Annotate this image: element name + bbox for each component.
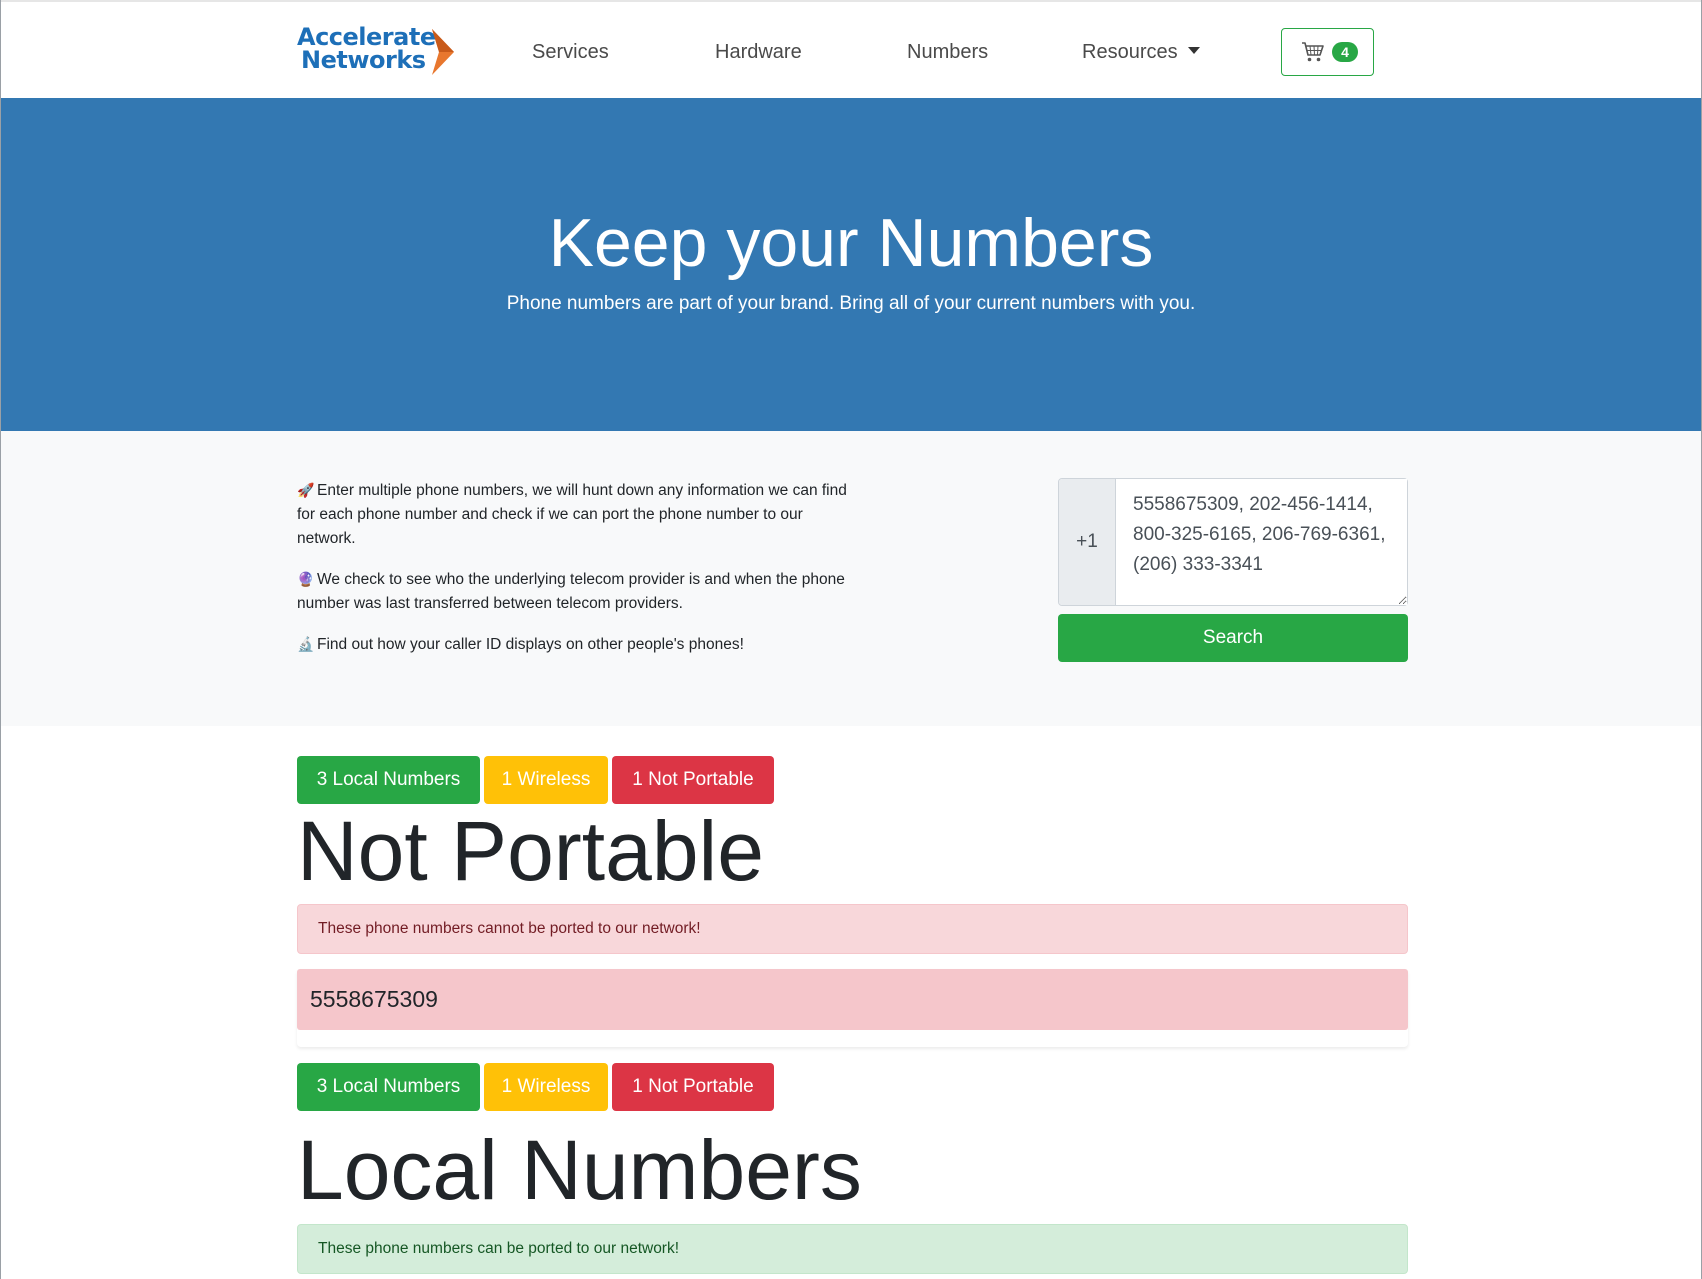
brand-wordmark: Accelerate Networks [297, 25, 436, 74]
info-multiple-numbers: 🚀 Enter multiple phone numbers, we will h… [297, 478, 852, 551]
brand-line-2: Networks [301, 46, 426, 74]
nav-hardware[interactable]: Hardware [715, 40, 802, 64]
nav-services[interactable]: Services [532, 40, 609, 64]
info-text: Enter multiple phone numbers, we will hu… [297, 482, 847, 547]
local-numbers-heading: Local Numbers [297, 1123, 862, 1217]
filter-not-portable[interactable]: 1 Not Portable [612, 1063, 774, 1111]
brand-logo[interactable]: Accelerate Networks [297, 25, 457, 78]
info-caller-id: 🔬 Find out how your caller ID displays on… [297, 632, 852, 657]
country-code-prefix: +1 [1059, 479, 1116, 605]
info-text: Find out how your caller ID displays on … [317, 636, 744, 653]
crystal-ball-icon: 🔮 [297, 571, 315, 587]
hero-banner: Keep your Numbers Phone numbers are part… [1, 98, 1701, 431]
not-portable-number-card: 5558675309 [297, 969, 1408, 1047]
hero-subtitle: Phone numbers are part of your brand. Br… [506, 293, 1196, 314]
phone-input-group: +1 5558675309, 202-456-1414, 800-325-616… [1058, 478, 1408, 606]
filter-wireless[interactable]: 1 Wireless [484, 1063, 608, 1111]
hero-title: Keep your Numbers [548, 205, 1154, 281]
caret-down-icon [1187, 47, 1200, 54]
not-portable-heading: Not Portable [297, 804, 764, 898]
nav-resources-dropdown[interactable]: Resources [1082, 40, 1200, 64]
filter-local-numbers[interactable]: 3 Local Numbers [297, 756, 480, 804]
shopping-cart-icon [1302, 42, 1324, 62]
search-info: 🚀 Enter multiple phone numbers, we will h… [297, 478, 852, 673]
cart-count-badge: 4 [1332, 42, 1358, 62]
cart-button[interactable]: 4 [1281, 28, 1374, 76]
info-text: We check to see who the underlying telec… [297, 571, 845, 612]
brand-arrow-icon [432, 29, 454, 75]
filter-wireless[interactable]: 1 Wireless [484, 756, 608, 804]
info-telecom-provider: 🔮 We check to see who the underlying tele… [297, 567, 852, 616]
microscope-icon: 🔬 [297, 636, 315, 652]
not-portable-alert: These phone numbers cannot be ported to … [297, 904, 1408, 954]
rocket-icon: 🚀 [297, 482, 315, 498]
filter-not-portable[interactable]: 1 Not Portable [612, 756, 774, 804]
phone-numbers-input[interactable]: 5558675309, 202-456-1414, 800-325-6165, … [1117, 479, 1407, 605]
nav-numbers[interactable]: Numbers [907, 40, 988, 64]
filter-local-numbers[interactable]: 3 Local Numbers [297, 1063, 480, 1111]
search-button[interactable]: Search [1058, 614, 1408, 662]
navbar: Accelerate Networks Services Hardware Nu… [1, 0, 1701, 98]
number-search-section: 🚀 Enter multiple phone numbers, we will h… [1, 431, 1701, 726]
local-numbers-alert: These phone numbers can be ported to our… [297, 1224, 1408, 1274]
nav-resources-label: Resources [1082, 41, 1178, 63]
phone-number-row[interactable]: 5558675309 [297, 969, 1408, 1030]
